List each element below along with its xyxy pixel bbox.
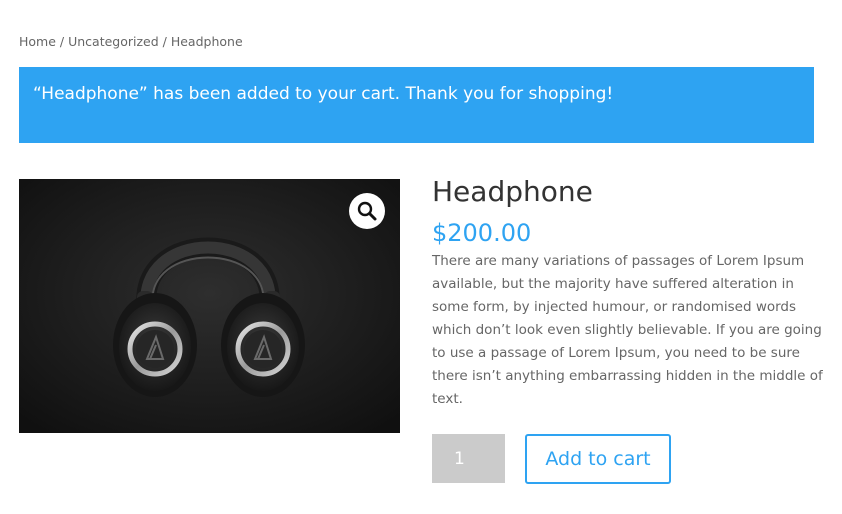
breadcrumb-separator: / (55, 34, 69, 49)
product-title: Headphone (432, 175, 593, 208)
zoom-button[interactable] (349, 193, 385, 229)
breadcrumb-separator: / (158, 34, 171, 49)
cart-notice-message: “Headphone” has been added to your cart.… (33, 84, 614, 104)
description-line: text. (432, 391, 463, 407)
breadcrumb-home-link[interactable]: Home (19, 34, 56, 49)
breadcrumb-category-link[interactable]: Uncategorized (68, 34, 159, 49)
magnifier-icon (357, 201, 377, 221)
breadcrumb: Home / Uncategorized / Headphone (19, 34, 243, 49)
description-line: to use a passage of Lorem Ipsum, you nee… (432, 345, 800, 361)
add-to-cart-button[interactable]: Add to cart (525, 434, 671, 484)
description-line: available, but the majority have suffere… (432, 276, 794, 292)
description-line: There are many variations of passages of… (432, 253, 805, 269)
product-image[interactable] (19, 179, 400, 433)
headphones-product-image (19, 179, 400, 433)
product-page: Home / Uncategorized / Headphone “Headph… (0, 0, 842, 514)
description-line: there isn’t anything embarrassing hidden… (432, 368, 823, 384)
product-description: There are many variations of passages of… (432, 250, 823, 411)
description-line: some form, by injected humour, or random… (432, 299, 797, 315)
quantity-input[interactable] (432, 434, 505, 483)
cart-notice-banner: “Headphone” has been added to your cart.… (19, 67, 814, 143)
product-price: $200.00 (432, 219, 532, 247)
description-line: which don’t look even slightly believabl… (432, 322, 822, 338)
breadcrumb-current: Headphone (170, 34, 243, 49)
